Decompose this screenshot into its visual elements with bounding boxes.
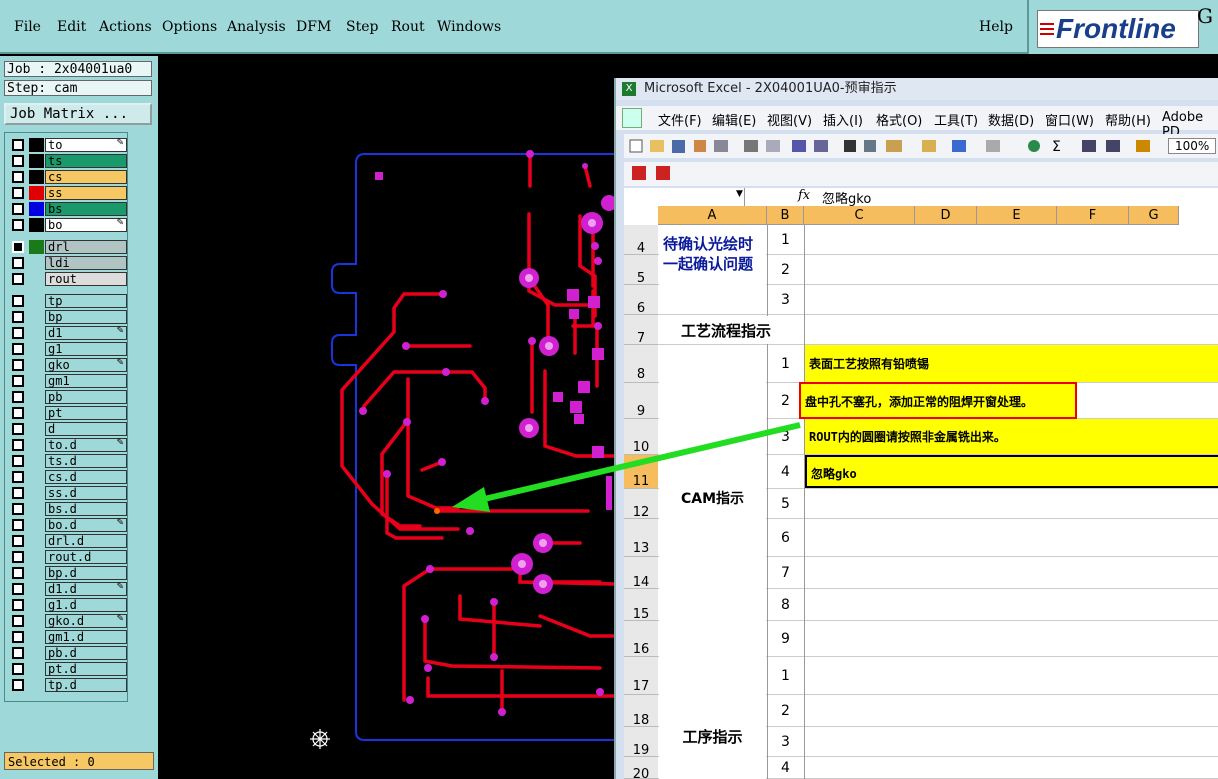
- arrowhead-icon: [452, 487, 490, 512]
- annotation-overlay: [452, 422, 801, 512]
- annotation-arrow: [479, 422, 801, 503]
